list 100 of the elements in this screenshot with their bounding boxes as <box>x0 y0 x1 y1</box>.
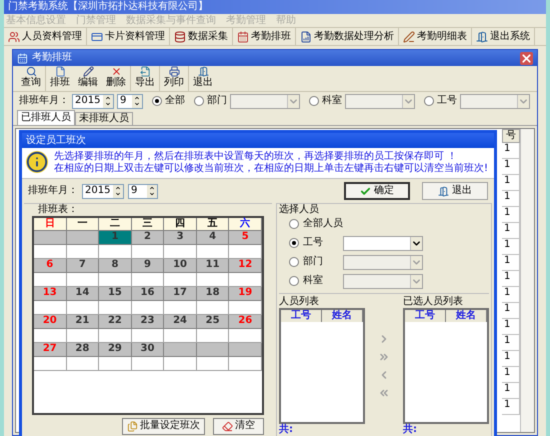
spin-field[interactable]: 9 <box>117 94 143 108</box>
radio-button[interactable] <box>194 96 204 106</box>
shift-cell[interactable] <box>66 357 100 371</box>
toolbar-button[interactable]: 编辑 <box>74 66 102 91</box>
date-cell[interactable]: 3 <box>164 231 197 245</box>
shift-cell[interactable] <box>164 301 197 315</box>
date-cell[interactable]: 18 <box>196 287 230 301</box>
radio-button[interactable] <box>289 238 299 248</box>
spin-field[interactable]: 2015 <box>72 94 114 108</box>
shift-cell[interactable] <box>196 245 230 259</box>
date-cell[interactable]: 11 <box>196 259 230 273</box>
shift-cell[interactable] <box>34 357 67 371</box>
door-icon <box>198 66 208 77</box>
radio-button[interactable] <box>309 96 319 106</box>
toolbar-button[interactable]: 退出 <box>189 66 217 91</box>
shift-cell[interactable] <box>229 273 262 287</box>
dropdown-field[interactable] <box>345 94 415 108</box>
date-cell[interactable]: 7 <box>66 259 100 273</box>
shift-cell[interactable] <box>132 273 164 287</box>
date-cell[interactable]: 16 <box>132 287 164 301</box>
date-cell[interactable]: 17 <box>164 287 197 301</box>
dropdown-field[interactable] <box>460 94 530 108</box>
date-cell[interactable]: 23 <box>132 315 164 329</box>
toolbar-button[interactable]: 考勤排班 <box>233 28 296 45</box>
shift-cell[interactable] <box>66 273 100 287</box>
shift-cell[interactable] <box>99 273 132 287</box>
date-cell[interactable]: 30 <box>132 343 164 357</box>
shift-cell[interactable] <box>34 329 67 343</box>
date-cell[interactable]: 22 <box>99 315 132 329</box>
date-cell[interactable]: 4 <box>196 231 230 245</box>
confirm-button[interactable]: 确定 <box>344 182 410 200</box>
shift-cell[interactable] <box>66 301 100 315</box>
move-all-right-icon[interactable] <box>378 351 390 363</box>
shift-cell[interactable] <box>34 301 67 315</box>
shift-cell[interactable] <box>132 245 164 259</box>
toolbar-button[interactable]: 人员资料管理 <box>4 28 87 45</box>
date-cell[interactable]: 15 <box>99 287 132 301</box>
shift-cell[interactable] <box>99 301 132 315</box>
shift-cell[interactable] <box>164 357 197 371</box>
shift-cell[interactable] <box>229 301 262 315</box>
date-cell[interactable]: 9 <box>132 259 164 273</box>
shift-cell[interactable] <box>99 357 132 371</box>
shift-cell[interactable] <box>196 357 230 371</box>
radio-button[interactable] <box>289 257 299 267</box>
date-cell[interactable]: 25 <box>196 315 230 329</box>
date-cell[interactable]: 8 <box>99 259 132 273</box>
shift-cell[interactable] <box>196 329 230 343</box>
toolbar-button[interactable]: 退出系统 <box>472 28 535 45</box>
tab[interactable]: 已排班人员 <box>17 110 75 125</box>
toolbar-button[interactable]: 考勤数据处理分析 <box>296 28 399 45</box>
date-cell[interactable]: 2 <box>132 231 164 245</box>
shift-cell[interactable] <box>66 329 100 343</box>
close-icon[interactable] <box>520 52 533 64</box>
batch-set-button[interactable]: 批量设定班次 <box>122 418 205 434</box>
radio-button[interactable] <box>289 276 299 286</box>
shift-cell[interactable] <box>164 245 197 259</box>
dropdown-field[interactable] <box>343 274 423 288</box>
scrollbar[interactable] <box>520 129 534 432</box>
shift-cell[interactable] <box>66 245 100 259</box>
toolbar-button[interactable]: 排班 <box>46 66 74 91</box>
shift-cell[interactable] <box>164 329 197 343</box>
date-cell[interactable]: 21 <box>66 315 100 329</box>
move-all-left-icon[interactable] <box>378 387 390 399</box>
toolbar-button[interactable]: 列印 <box>160 66 189 91</box>
shift-cell[interactable] <box>99 329 132 343</box>
shift-cell[interactable] <box>132 329 164 343</box>
toolbar-button[interactable]: 查询 <box>17 66 46 91</box>
date-cell[interactable]: 28 <box>66 343 100 357</box>
shift-cell[interactable] <box>164 273 197 287</box>
exit-button[interactable]: 退出 <box>422 182 488 200</box>
radio-button[interactable] <box>152 96 162 106</box>
shift-cell[interactable] <box>229 329 262 343</box>
shift-cell[interactable] <box>229 357 262 371</box>
shift-cell[interactable] <box>229 245 262 259</box>
spin-field[interactable]: 2015 <box>82 184 124 198</box>
date-cell[interactable]: 24 <box>164 315 197 329</box>
toolbar-button[interactable]: 删除 <box>102 66 131 91</box>
shift-cell[interactable] <box>132 301 164 315</box>
shift-cell[interactable] <box>132 357 164 371</box>
date-cell[interactable]: 29 <box>99 343 132 357</box>
radio-button[interactable] <box>424 96 434 106</box>
shift-cell[interactable] <box>34 245 67 259</box>
spin-field[interactable]: 9 <box>128 184 158 198</box>
shift-cell[interactable] <box>196 301 230 315</box>
toolbar-button[interactable]: 卡片资料管理 <box>87 28 170 45</box>
toolbar-button[interactable]: 考勤明细表 <box>399 28 472 45</box>
tab[interactable]: 未排班人员 <box>75 112 133 125</box>
shift-cell[interactable] <box>99 245 132 259</box>
shift-cell[interactable] <box>34 273 67 287</box>
dropdown-field[interactable] <box>343 236 423 250</box>
date-cell[interactable]: 14 <box>66 287 100 301</box>
date-cell[interactable]: 10 <box>164 259 197 273</box>
dropdown-field[interactable] <box>343 254 423 270</box>
people-icon <box>8 30 20 42</box>
clear-button[interactable]: 清空 <box>213 418 264 434</box>
radio-button[interactable] <box>289 219 299 229</box>
dropdown-field[interactable] <box>230 94 300 108</box>
toolbar-button[interactable]: 数据采集 <box>170 28 233 45</box>
toolbar-button[interactable]: 导出 <box>131 66 160 91</box>
shift-cell[interactable] <box>196 273 230 287</box>
